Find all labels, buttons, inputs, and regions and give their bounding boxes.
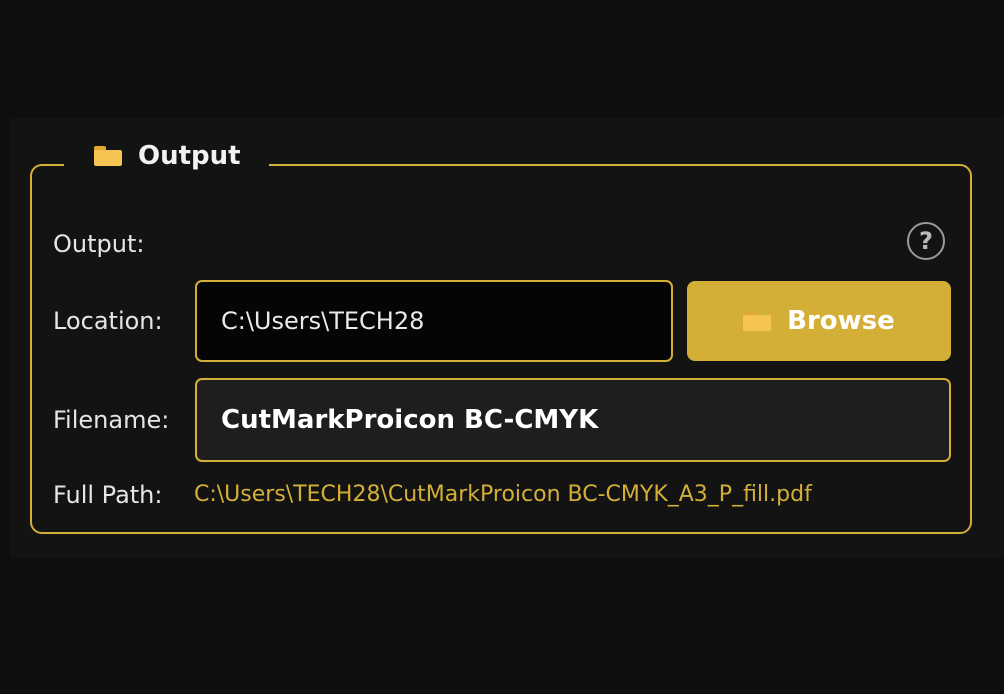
location-input[interactable]: C:\Users\TECH28 [195, 280, 673, 362]
filename-input[interactable]: CutMarkProicon BC-CMYK [195, 378, 951, 462]
output-label: Output: [53, 230, 145, 258]
groupbox-title: Output [64, 136, 269, 176]
location-input-value: C:\Users\TECH28 [221, 307, 425, 335]
help-icon[interactable]: ? [907, 222, 945, 260]
browse-button-label: Browse [787, 306, 895, 336]
groupbox-title-text: Output [138, 141, 241, 171]
location-label: Location: [53, 307, 163, 335]
browse-button[interactable]: Browse [687, 281, 951, 361]
filename-label: Filename: [53, 406, 170, 434]
folder-icon [743, 311, 772, 331]
full-path-label: Full Path: [53, 481, 163, 509]
full-path-value: C:\Users\TECH28\CutMarkProicon BC-CMYK_A… [194, 482, 812, 507]
filename-input-value: CutMarkProicon BC-CMYK [221, 405, 599, 435]
folder-icon [94, 146, 122, 166]
